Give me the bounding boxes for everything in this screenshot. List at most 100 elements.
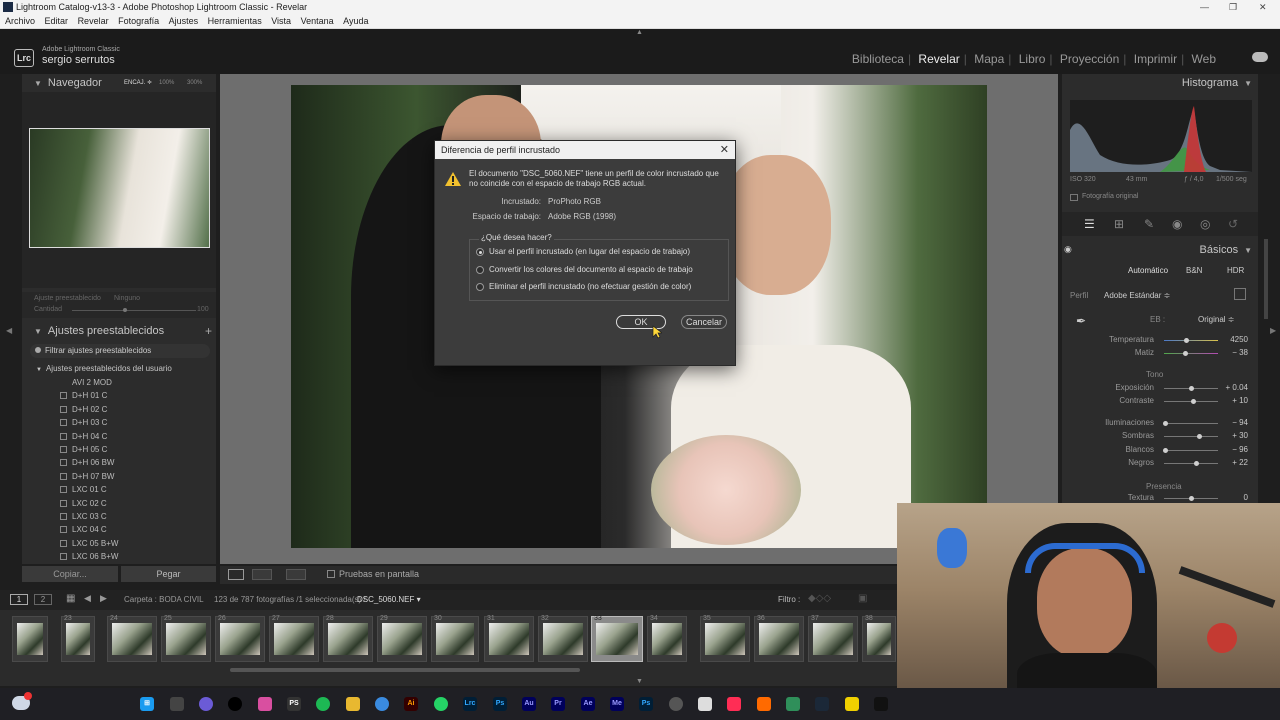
slider-value[interactable]: 4250 [1218, 335, 1248, 344]
module-libro[interactable]: Libro [1015, 52, 1050, 66]
slider-thumb[interactable] [1183, 351, 1189, 356]
zoom-300[interactable]: 300% [187, 74, 202, 92]
histogram[interactable] [1070, 100, 1252, 172]
task-view-icon[interactable] [170, 697, 184, 711]
menu-ajustes[interactable]: Ajustes [169, 16, 199, 26]
lightroom-taskbar-icon[interactable]: Lrc [463, 697, 477, 711]
menu-revelar[interactable]: Revelar [78, 16, 109, 26]
preset-item[interactable]: D+H 05 C [22, 443, 216, 456]
close-window-button[interactable]: ✕ [1259, 0, 1267, 14]
filmstrip-thumbnail[interactable]: 31 [484, 615, 534, 662]
copy-button[interactable]: Copiar... [22, 566, 118, 582]
whatsapp-icon[interactable] [434, 697, 448, 711]
current-file[interactable]: DSC_5060.NEF ▾ [357, 595, 421, 604]
collapse-bottom-icon[interactable]: ▼ [636, 678, 643, 685]
slider-thumb[interactable] [1194, 461, 1200, 466]
amount-slider-thumb[interactable] [123, 308, 127, 312]
slider-value[interactable]: 0 [1218, 493, 1248, 502]
preset-item[interactable]: LXC 01 C [22, 483, 216, 496]
module-imprimir[interactable]: Imprimir [1130, 52, 1181, 66]
treatment-auto[interactable]: Automático [1128, 266, 1168, 275]
slider-track[interactable] [1164, 436, 1218, 437]
presets-header[interactable]: ▼ Ajustes preestablecidos + [22, 322, 216, 340]
basic-header[interactable]: Básicos ▼ [1062, 241, 1258, 259]
slider-track[interactable] [1164, 463, 1218, 464]
back-arrow-icon[interactable]: ◀ [84, 593, 91, 604]
filter-options-icon[interactable]: ▣ [858, 593, 867, 604]
photoshop-icon[interactable]: Ps [493, 697, 507, 711]
module-mapa[interactable]: Mapa [970, 52, 1008, 66]
yy-view-icon[interactable] [286, 569, 306, 580]
preset-item[interactable]: D+H 06 BW [22, 456, 216, 469]
radio-convert[interactable] [476, 266, 484, 274]
crop-icon[interactable]: ⊞ [1114, 217, 1124, 231]
filmstrip-thumbnail[interactable]: 24 [107, 615, 157, 662]
menu-editar[interactable]: Editar [45, 16, 69, 26]
histogram-header[interactable]: Histograma ▼ [1062, 74, 1258, 92]
menu-archivo[interactable]: Archivo [5, 16, 35, 26]
menu-fotografia[interactable]: Fotografía [118, 16, 159, 26]
wb-dropdown[interactable]: Original ≑ [1198, 315, 1235, 324]
filter-flags-icon[interactable]: ◆◇◇ [808, 593, 831, 604]
module-biblioteca[interactable]: Biblioteca [848, 52, 908, 66]
menu-ayuda[interactable]: Ayuda [343, 16, 368, 26]
tiktok-icon[interactable] [874, 697, 888, 711]
masking-icon[interactable]: ◎ [1200, 217, 1210, 231]
filmstrip-thumbnail[interactable] [12, 616, 48, 662]
slider-thumb[interactable] [1196, 434, 1202, 439]
filmstrip-thumbnail[interactable]: 32 [538, 615, 588, 662]
grid-icon[interactable]: ▦ [66, 593, 75, 604]
tf-icon[interactable] [757, 697, 771, 711]
menu-ventana[interactable]: Ventana [301, 16, 334, 26]
edit-sliders-icon[interactable]: ☰ [1084, 217, 1095, 231]
menu-vista[interactable]: Vista [271, 16, 291, 26]
windows-start-icon[interactable]: ⊞ [140, 697, 154, 711]
slider-thumb[interactable] [1191, 399, 1197, 404]
photoshop-2-icon[interactable]: Ps [639, 697, 653, 711]
slider-value[interactable]: − 94 [1218, 418, 1248, 427]
slider-thumb[interactable] [1162, 448, 1168, 453]
filmstrip-thumbnail[interactable]: 34 [647, 615, 687, 662]
tiktok-studio-icon[interactable] [727, 697, 741, 711]
illustrator-icon[interactable]: Ai [404, 697, 418, 711]
preset-item[interactable]: LXC 03 C [22, 510, 216, 523]
navigator-header[interactable]: ▼ Navegador ENCAJ. ≑ 100% 300% [22, 74, 216, 92]
filmstrip-thumbnail-selected[interactable]: 33 [591, 615, 643, 662]
chrome-icon[interactable] [375, 697, 389, 711]
filmstrip-scrollbar[interactable] [230, 668, 580, 672]
slider-value[interactable]: + 0.04 [1218, 383, 1248, 392]
preset-item[interactable]: LXC 06 B+W [22, 550, 216, 563]
before-after-icon[interactable] [252, 569, 272, 580]
filmstrip-thumbnail[interactable]: 29 [377, 615, 427, 662]
filmstrip-thumbnail[interactable]: 36 [754, 615, 804, 662]
reset-icon[interactable]: ↺ [1228, 217, 1238, 231]
spotify-icon[interactable] [316, 697, 330, 711]
navigator-thumbnail[interactable] [29, 128, 210, 248]
right-panel-scrollbar[interactable] [1264, 239, 1268, 319]
filmstrip-thumbnail[interactable]: 37 [808, 615, 858, 662]
collapse-right-icon[interactable]: ▶ [1270, 326, 1276, 335]
radio-discard[interactable] [476, 283, 484, 291]
option-use-embedded[interactable]: Usar el perfil incrustado (en lugar del … [489, 247, 690, 256]
treatment-bw[interactable]: B&N [1186, 266, 1202, 275]
filter-presets-field[interactable]: Filtrar ajustes preestablecidos [30, 344, 210, 358]
zoom-100[interactable]: 100% [159, 74, 174, 92]
slider-thumb[interactable] [1189, 386, 1195, 391]
module-proyeccion[interactable]: Proyección [1056, 52, 1123, 66]
slider-value[interactable]: + 30 [1218, 431, 1248, 440]
slider-value[interactable]: − 96 [1218, 445, 1248, 454]
audition-icon[interactable]: Au [522, 697, 536, 711]
original-photo-icon[interactable] [1070, 194, 1078, 201]
filmstrip-thumbnail[interactable]: 38 [862, 615, 896, 662]
paint-icon[interactable] [698, 697, 712, 711]
obs-icon[interactable] [228, 697, 242, 711]
filmstrip-thumbnail[interactable]: 28 [323, 615, 373, 662]
dialog-close-button[interactable]: ✕ [720, 141, 729, 159]
preset-item[interactable]: LXC 04 C [22, 523, 216, 536]
cloud-icon[interactable] [1252, 52, 1268, 62]
filmstrip-thumbnail[interactable]: 25 [161, 615, 211, 662]
window-2-button[interactable]: 2 [34, 594, 52, 605]
copilot-icon[interactable] [258, 697, 272, 711]
steam-like-icon[interactable] [669, 697, 683, 711]
slider-track[interactable] [1164, 353, 1218, 354]
